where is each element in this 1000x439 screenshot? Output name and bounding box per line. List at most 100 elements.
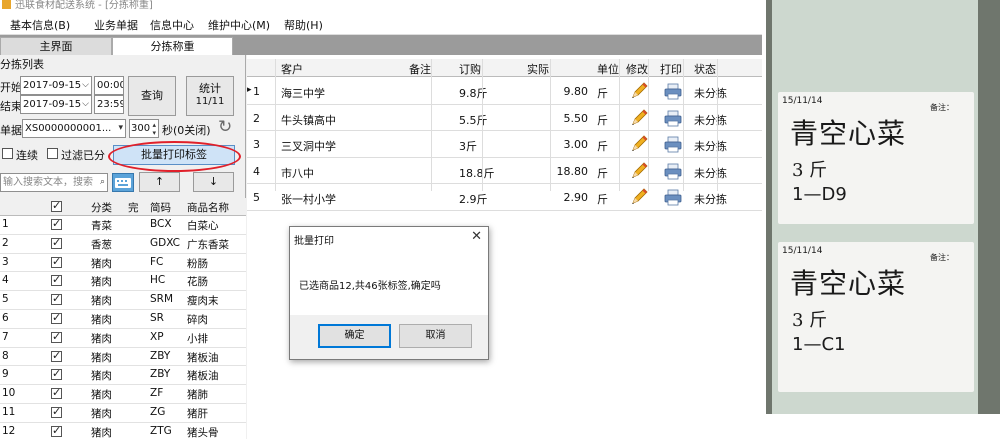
end-time-input[interactable]: 23:59 (94, 95, 124, 114)
row-status: 未分拣 (694, 87, 727, 100)
product-table-header: 分类 完 简码 商品名称 (0, 198, 246, 216)
query-button[interactable]: 查询 (128, 76, 176, 116)
order-row[interactable]: 5 张一村小学 2.9斤 2.90 斤 未分拣 (247, 184, 762, 211)
move-down-button[interactable]: ↓ (193, 172, 234, 192)
row-checkbox[interactable] (51, 367, 62, 381)
sorting-list-panel: 分拣列表 开始 2017-09-15 ⌵ 00:00 结束 2017-09-15 ⌵… (0, 55, 246, 439)
order-row[interactable]: 4 市八中 18.8斤 18.80 斤 未分拣 (247, 158, 762, 184)
col-edit: 修改 (626, 63, 648, 76)
menu-help[interactable]: 帮助(H) (284, 17, 323, 33)
menu-business-docs[interactable]: 业务单据 (94, 17, 138, 33)
select-all-checkbox[interactable] (51, 199, 62, 212)
tab-strip: 主界面 分拣称重 (0, 35, 762, 55)
label-date: 15/11/14 (782, 246, 823, 256)
edit-pencil-icon[interactable] (629, 134, 649, 154)
cancel-button[interactable]: 取消 (399, 324, 472, 348)
start-date-picker[interactable]: 2017-09-15 ⌵ (20, 76, 92, 95)
interval-stepper[interactable]: 300 ▴ ▾ (129, 119, 159, 138)
refresh-icon[interactable]: ↻ (218, 117, 232, 137)
batch-print-labels-button[interactable]: 批量打印标签 (113, 145, 235, 165)
edit-pencil-icon[interactable] (629, 187, 649, 207)
filter-sorted-checkbox[interactable] (47, 148, 58, 159)
dialog-message: 已选商品12,共46张标签,确定吗 (299, 281, 441, 292)
order-row[interactable]: 3 三叉洞中学 3斤 3.00 斤 未分拣 (247, 131, 762, 158)
label-quantity: 3 斤 (792, 310, 828, 331)
edit-pencil-icon[interactable] (629, 108, 649, 128)
table-row[interactable]: 3 猪肉 FC 粉肠 (0, 253, 246, 273)
row-code: ZG (150, 405, 166, 418)
row-checkbox[interactable] (51, 405, 62, 418)
row-checkbox[interactable] (51, 349, 62, 362)
col-category: 分类 (91, 202, 112, 214)
table-row[interactable]: 5 猪肉 SRM 瘦肉末 (0, 291, 246, 310)
table-row[interactable]: 2 香葱 GDXC 广东香菜 (0, 234, 246, 254)
search-input[interactable]: 输入搜索文本，搜索 ⌕ (0, 173, 108, 192)
row-number: 4 (253, 164, 260, 178)
tab-main[interactable]: 主界面 (0, 37, 112, 55)
batch-print-dialog: 批量打印 ✕ 已选商品12,共46张标签,确定吗 确定 取消 (289, 226, 489, 360)
doc-label: 单据 (0, 124, 22, 137)
close-icon[interactable]: ✕ (471, 229, 482, 244)
menu-info-center[interactable]: 信息中心 (150, 17, 194, 33)
printer-icon[interactable] (664, 188, 682, 206)
row-customer: 张一村小学 (281, 193, 336, 206)
chevron-down-icon: ⌵ (82, 80, 89, 90)
row-checkbox[interactable] (51, 255, 62, 268)
col-product-name: 商品名称 (187, 202, 229, 214)
end-date-picker[interactable]: 2017-09-15 ⌵ (20, 95, 92, 114)
order-row[interactable]: 2 牛头镇高中 5.5斤 5.50 斤 未分拣 (247, 105, 762, 131)
stats-button-count: 11/11 (195, 96, 225, 107)
table-row[interactable]: 7 猪肉 XP 小排 (0, 328, 246, 348)
label-note: 备注： (930, 253, 954, 262)
table-row[interactable]: 8 猪肉 ZBY 猪板油 (0, 347, 246, 367)
row-checkbox[interactable] (51, 386, 62, 400)
table-row[interactable]: 1 青菜 BCX 白菜心 (0, 216, 246, 235)
row-category: 猪肉 (91, 426, 112, 439)
continuous-checkbox[interactable] (2, 148, 13, 159)
row-status: 未分拣 (694, 113, 727, 127)
start-time-input[interactable]: 00:00 (94, 76, 124, 95)
row-checkbox[interactable] (51, 311, 62, 324)
row-checkbox[interactable] (51, 273, 62, 287)
row-number: 10 (2, 387, 16, 400)
table-row[interactable]: 12 猪肉 ZTG 猪头骨 (0, 422, 246, 439)
edit-pencil-icon[interactable] (629, 161, 649, 181)
row-actual: 18.80 (556, 164, 589, 178)
printer-icon[interactable] (664, 109, 682, 127)
grid-column-divider (619, 59, 620, 191)
keyboard-icon[interactable] (112, 173, 134, 192)
table-row[interactable]: 11 猪肉 ZG 猪肝 (0, 403, 246, 423)
continuous-label: 连续 (16, 149, 38, 162)
row-category: 猪肉 (91, 351, 112, 364)
doc-select[interactable]: XS0000000001... ▾ (22, 119, 126, 138)
menu-basic-info[interactable]: 基本信息(B) (10, 17, 70, 33)
menu-maintenance[interactable]: 维护中心(M) (208, 17, 270, 33)
col-print: 打印 (660, 63, 682, 76)
printer-icon[interactable] (664, 82, 682, 100)
row-ordered: 9.8斤 (459, 87, 488, 100)
row-checkbox[interactable] (51, 424, 62, 437)
end-label: 结束 (0, 100, 22, 113)
move-up-button[interactable]: ↑ (139, 172, 180, 192)
printer-icon[interactable] (664, 135, 682, 153)
table-row[interactable]: 10 猪肉 ZF 猪肺 (0, 385, 246, 404)
table-row[interactable]: 4 猪肉 HC 花肠 (0, 272, 246, 292)
confirm-button[interactable]: 确定 (318, 324, 391, 348)
row-checkbox[interactable] (51, 292, 62, 306)
order-row[interactable]: 1 海三中学 9.8斤 9.80 斤 未分拣 ▸ (247, 78, 762, 105)
printed-label: 15/11/14 备注： 青空心菜 3 斤 1—C1 (778, 242, 974, 392)
row-checkbox[interactable] (51, 330, 62, 343)
col-actual: 实际 (527, 63, 549, 76)
row-code: HC (150, 274, 166, 287)
row-code: SRM (150, 293, 174, 306)
row-checkbox[interactable] (51, 236, 62, 249)
stats-button[interactable]: 统计 11/11 (186, 76, 234, 116)
table-row[interactable]: 6 猪肉 SR 碎肉 (0, 309, 246, 329)
window-title: 迅联食材配送系统 - [分拣称重] (15, 0, 153, 11)
table-row[interactable]: 9 猪肉 ZBY 猪板油 (0, 366, 246, 386)
printer-icon[interactable] (664, 162, 682, 180)
tab-sorting-weighing[interactable]: 分拣称重 (112, 37, 233, 55)
edit-pencil-icon[interactable] (629, 81, 649, 101)
row-unit: 斤 (597, 113, 608, 127)
row-checkbox[interactable] (51, 217, 62, 230)
